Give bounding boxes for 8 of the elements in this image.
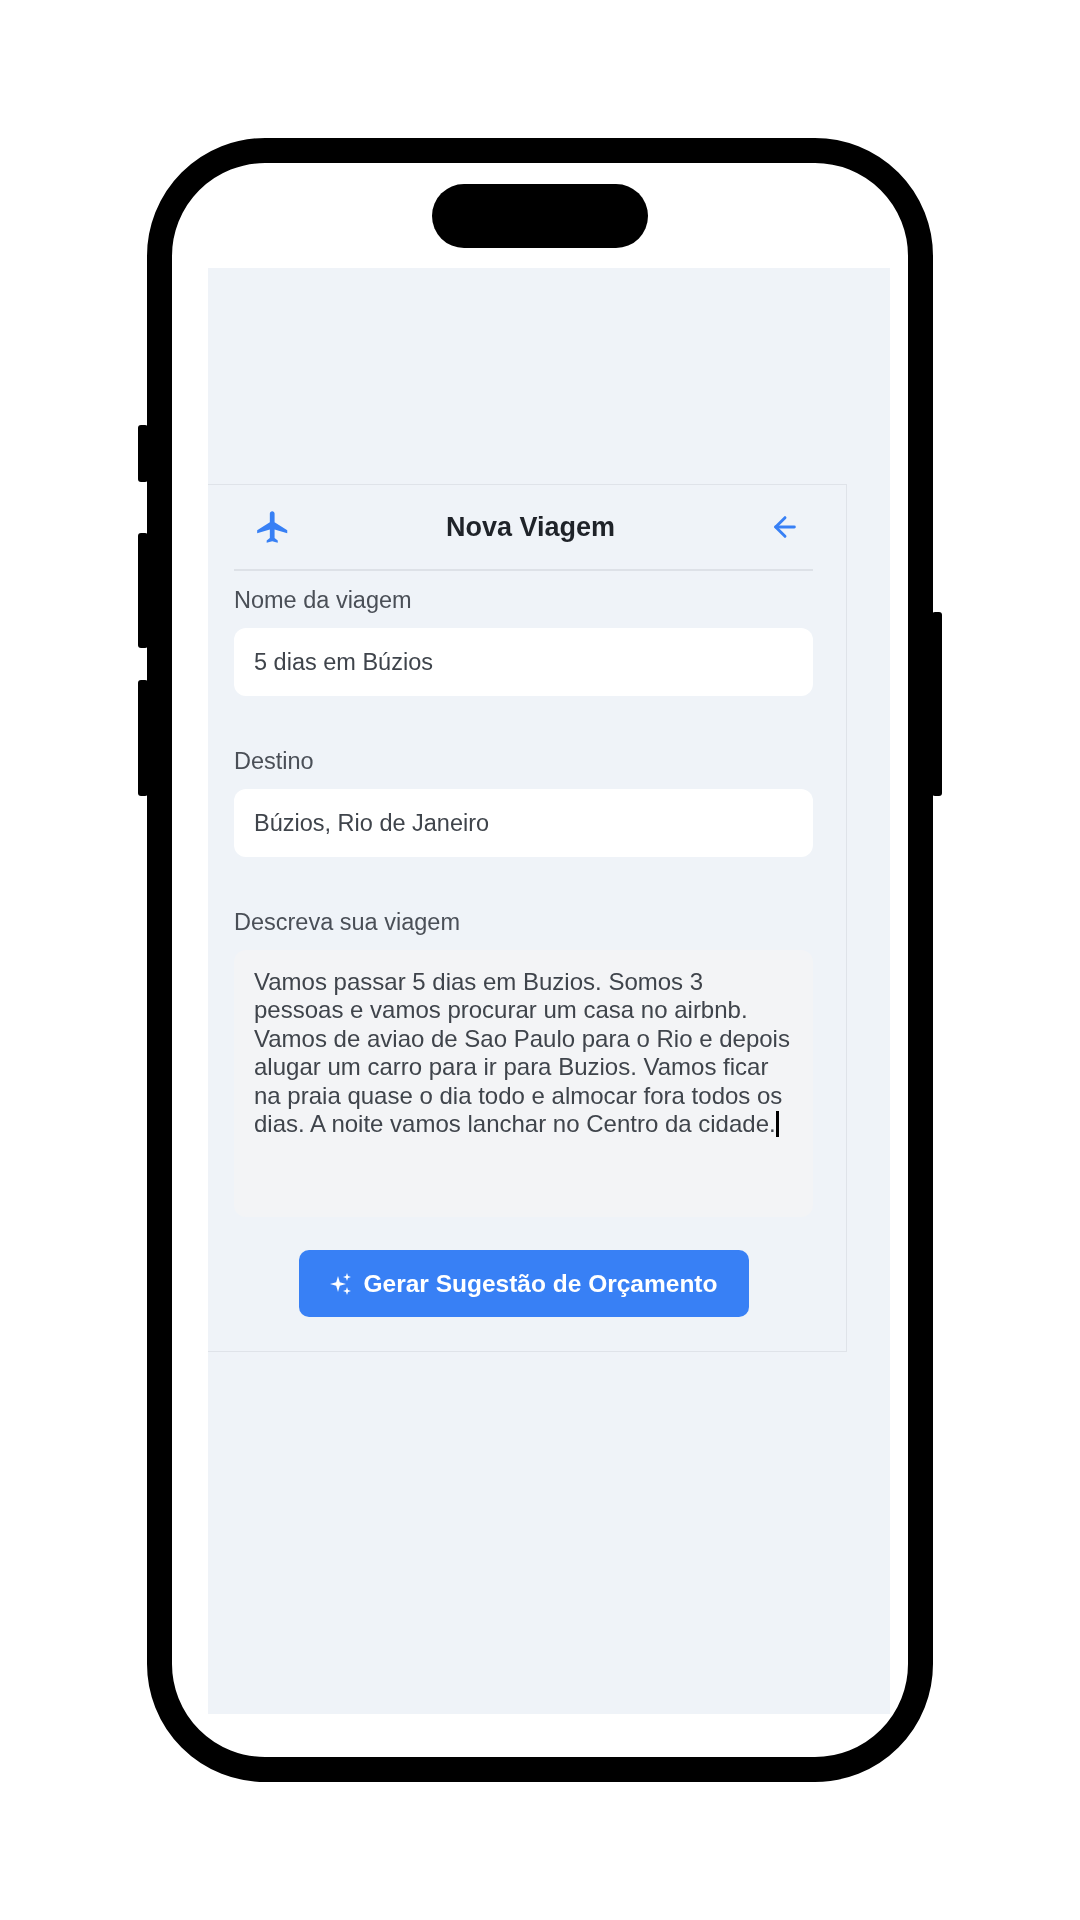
- field-label: Destino: [234, 748, 315, 775]
- text-field[interactable]: Búzios, Rio de Janeiro: [234, 789, 813, 857]
- generate-button[interactable]: Gerar Sugestão de Orçamento: [298, 1250, 749, 1317]
- text-field[interactable]: 5 dias em Búzios: [234, 628, 813, 696]
- field-label: Nome da viagem: [234, 587, 413, 614]
- field-label: Descreva sua viagem: [234, 909, 461, 936]
- page-title: Nova Viagem: [445, 511, 616, 543]
- description-field[interactable]: Vamos passar 5 dias em Buzios. Somos 3 pessoas e vamos procurar um casa no airbnb. Vamos de aviao de Sao Paulo para o Rio e depois alugar um carro para ir para Buzios. Vamos ficar na praia quase o dia todo e almocar fora todos os dias. A noite vamos lanchar no Centro da cidade.: [234, 950, 813, 1217]
